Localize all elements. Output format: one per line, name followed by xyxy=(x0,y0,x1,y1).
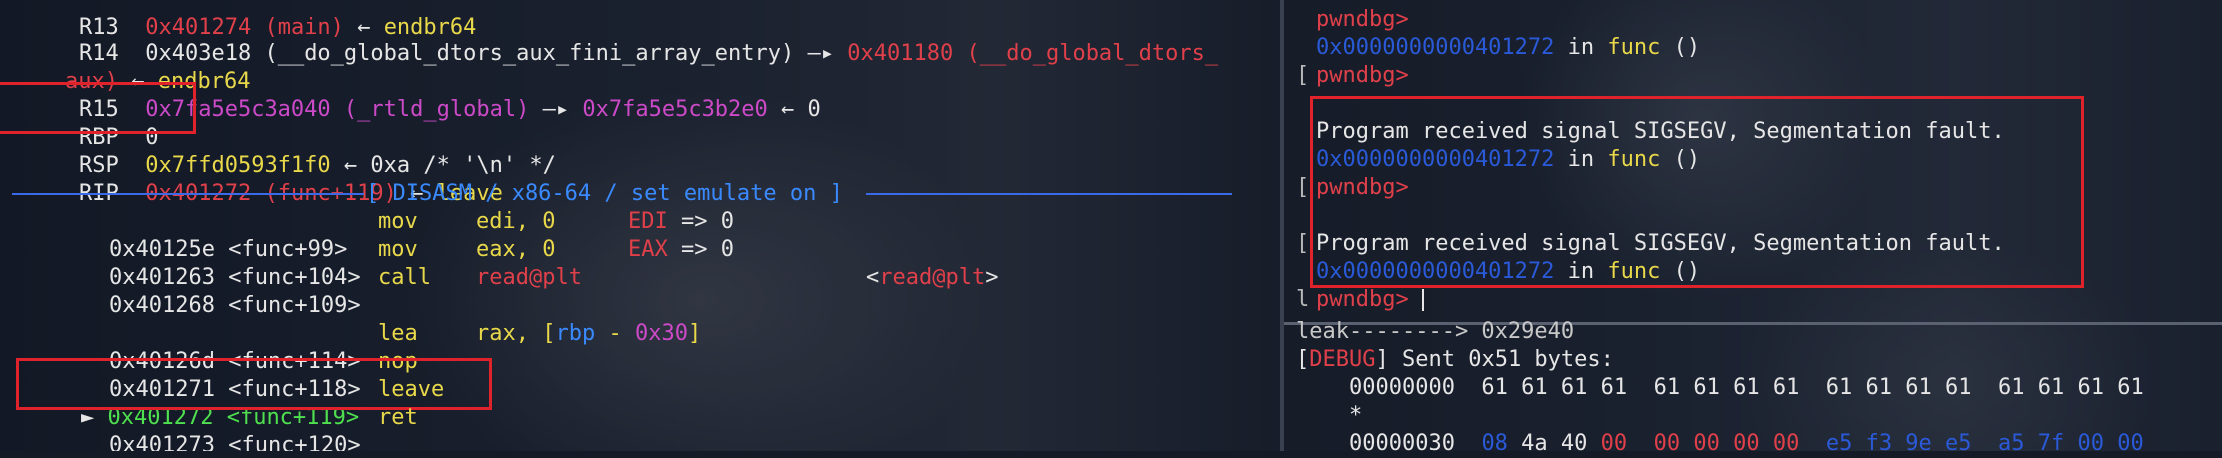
debug-line: [DEBUG] Sent 0x51 bytes: xyxy=(1296,347,1614,372)
note-register: EAX xyxy=(628,237,668,262)
frame-in: in xyxy=(1567,35,1595,60)
register-symbol: (__do_global_dtors_aux_fini_array_entry) xyxy=(264,41,795,66)
instruction-symbol: <func+109> xyxy=(228,293,361,318)
disasm-row[interactable]: 0x40126d <func+114> xyxy=(56,320,361,374)
arrow-icon: —▸ xyxy=(542,97,570,122)
args-part: rax, [ xyxy=(476,321,556,346)
disasm-rule-left xyxy=(12,193,364,195)
arrow-icon: ← xyxy=(781,97,795,122)
side-bracket: [ xyxy=(1296,63,1310,88)
disasm-row[interactable]: 0x401273 <func+120> xyxy=(56,404,361,451)
debug-tag: DEBUG xyxy=(1309,347,1376,372)
note-arrow: => xyxy=(681,237,708,262)
hexdump-bytes-null: 00 00 00 00 00 xyxy=(1600,431,1800,456)
register-rip: RIP 0x401272 (func+119) ← leave xyxy=(26,152,503,206)
pointer-symbol: (__do_global_dtors_ xyxy=(966,41,1219,66)
instruction-note: EAX => 0 xyxy=(628,236,734,264)
side-bracket: l xyxy=(1296,287,1310,312)
current-instruction-highlight-box xyxy=(16,358,492,410)
debug-message: Sent 0x51 bytes: xyxy=(1401,347,1614,372)
gdb-prompt: pwndbg> xyxy=(1316,63,1409,88)
call-target-symbol: <read@plt> xyxy=(866,265,999,290)
frame-function: func xyxy=(1607,35,1661,60)
register-symbol: (_rtld_global) xyxy=(343,97,530,122)
instruction-address: 0x401268 xyxy=(108,293,215,318)
instruction-symbol: <func+120> xyxy=(228,433,361,451)
pointer-address: 0x401180 xyxy=(847,41,954,66)
instruction-opcode: mov xyxy=(378,237,418,262)
register-value: 0 xyxy=(807,97,821,122)
instruction-opcode: mov xyxy=(378,209,418,234)
gdb-prompt: pwndbg> xyxy=(1316,7,1409,32)
note-value: 0 xyxy=(720,209,734,234)
frame-line: 0x0000000000401272 in func () xyxy=(1316,34,1700,62)
disasm-row[interactable]: 0x401268 <func+109> xyxy=(56,264,361,318)
disasm-rule-right xyxy=(866,193,1232,195)
args-register: rbp xyxy=(555,321,596,346)
disasm-row[interactable]: 0x401263 <func+104> xyxy=(56,236,361,290)
note-arrow: => xyxy=(681,209,708,234)
side-bracket: [ xyxy=(1296,231,1310,256)
call-target-name: read@plt xyxy=(879,265,986,290)
instruction-args: eax, 0 xyxy=(476,237,556,262)
hexdump-repeat: * xyxy=(1296,403,1363,428)
args-offset: 0x30 xyxy=(634,321,688,346)
pointer-address: 0x7fa5e5c3b2e0 xyxy=(582,97,768,122)
gdb-prompt: pwndbg> xyxy=(1316,287,1409,312)
instruction-address: 0x401273 xyxy=(108,433,215,451)
arrow-icon: —▸ xyxy=(807,41,835,66)
hexdump-offset: 00000030 xyxy=(1296,431,1482,456)
frame-address: 0x0000000000401272 xyxy=(1316,35,1555,60)
call-target: read@plt xyxy=(476,265,582,290)
instruction-args: rax, [rbp - 0x30] xyxy=(476,320,701,348)
frame-args: () xyxy=(1673,35,1701,60)
register-r14-continued: aux) ← endbr64 xyxy=(12,40,250,94)
context-pane[interactable]: R13 0x401274 (main) ← endbr64 R14 0x403e… xyxy=(0,0,1280,451)
instruction-opcode: call xyxy=(378,265,431,290)
hexdump-byte: 08 xyxy=(1481,431,1508,456)
instruction-note: EDI => 0 xyxy=(628,208,734,236)
hexdump-row: 00000000 61 61 61 61 61 61 61 61 61 61 6… xyxy=(1296,375,2144,400)
instruction-opcode: ret xyxy=(378,405,418,430)
hexdump-row: 00000030 08 4a 40 00 00 00 00 00 e5 f3 9… xyxy=(1296,430,2144,458)
leak-line: leak--------> 0x29e40 xyxy=(1296,319,1575,344)
hexdump-bytes: 4a 40 xyxy=(1507,431,1601,456)
register-r14: R14 0x403e18 (__do_global_dtors_aux_fini… xyxy=(26,12,1218,66)
side-bracket: [ xyxy=(1296,175,1310,200)
note-value: 0 xyxy=(720,237,734,262)
note-register: EDI xyxy=(628,209,668,234)
instruction-args: edi, 0 xyxy=(476,209,556,234)
register-rsp: RSP 0x7ffd0593f1f0 ← 0xa /* '\n' */ xyxy=(26,124,556,178)
disasm-row[interactable]: 0x40125e <func+99> xyxy=(56,208,347,262)
instruction-opcode: lea xyxy=(378,321,418,346)
args-part: ] xyxy=(687,321,702,346)
disasm-header: [ DISASM / x86-64 / set emulate on ] xyxy=(366,181,843,206)
args-part: - xyxy=(595,321,635,346)
hexdump-bytes-addr: e5 f3 9e e5 a5 7f 00 00 xyxy=(1799,431,2144,456)
gdb-input-line[interactable]: pwndbg> xyxy=(1316,286,1424,314)
signal-highlight-box xyxy=(1310,96,2084,288)
text-cursor xyxy=(1421,289,1424,311)
